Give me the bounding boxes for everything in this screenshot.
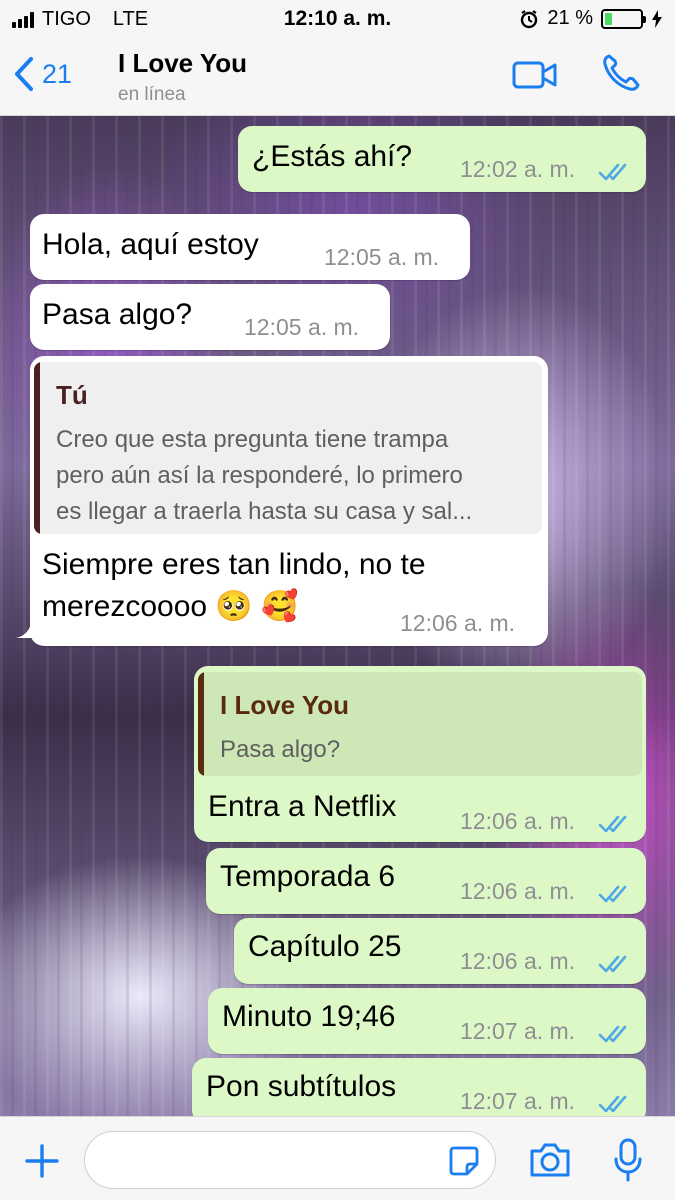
message-text: Minuto 19;46 xyxy=(222,1000,396,1033)
alarm-icon xyxy=(521,9,538,28)
read-ticks-icon xyxy=(598,1025,627,1043)
read-ticks-icon xyxy=(598,885,627,903)
quoted-message[interactable]: I Love You Pasa algo? xyxy=(198,672,642,776)
message-bubble-outgoing[interactable]: I Love You Pasa algo? Entra a Netflix 12… xyxy=(194,666,646,842)
message-bubble-outgoing[interactable]: Minuto 19;46 12:07 a. m. xyxy=(208,988,646,1054)
chat-header: 21 I Love You en línea xyxy=(0,38,675,116)
back-button[interactable]: 21 xyxy=(14,56,72,92)
message-bubble-outgoing[interactable]: ¿Estás ahí? 12:02 a. m. xyxy=(238,126,646,192)
read-ticks-icon xyxy=(598,955,627,973)
message-text: Pasa algo? xyxy=(42,298,193,331)
message-time: 12:05 a. m. xyxy=(244,314,360,340)
message-time: 12:07 a. m. xyxy=(460,1018,576,1044)
message-bubble-incoming[interactable]: Hola, aquí estoy 12:05 a. m. xyxy=(30,214,470,280)
quote-author: Tú xyxy=(56,380,88,410)
message-bubble-incoming[interactable]: Tú Creo que esta pregunta tiene trampa p… xyxy=(30,356,548,646)
unread-count: 21 xyxy=(42,58,73,89)
battery-icon xyxy=(601,8,646,29)
read-ticks-icon xyxy=(598,815,627,833)
quote-text: es llegar a traerla hasta su casa y sal.… xyxy=(56,498,473,525)
message-time: 12:06 a. m. xyxy=(460,948,576,974)
plus-icon[interactable] xyxy=(24,1143,60,1179)
quote-text: Creo que esta pregunta tiene trampa xyxy=(56,426,449,453)
status-right: 21 % xyxy=(519,7,663,30)
message-time: 12:07 a. m. xyxy=(460,1088,576,1114)
read-ticks-icon xyxy=(598,163,627,181)
charging-icon xyxy=(652,9,662,28)
voice-call-icon[interactable] xyxy=(600,52,642,94)
status-bar: TIGO LTE 12:10 a. m. 21 % xyxy=(0,0,675,38)
message-time: 12:06 a. m. xyxy=(460,808,576,834)
chevron-left-icon xyxy=(15,57,33,91)
message-text: Hola, aquí estoy xyxy=(42,228,259,261)
quote-text: Pasa algo? xyxy=(220,736,341,763)
message-time: 12:06 a. m. xyxy=(400,610,516,636)
message-bubble-outgoing[interactable]: Pon subtítulos 12:07 a. m. xyxy=(192,1058,646,1116)
battery-fill xyxy=(605,12,613,25)
quote-text: pero aún así la responderé, lo primero xyxy=(56,462,463,489)
quote-bar xyxy=(198,672,204,776)
message-time: 12:05 a. m. xyxy=(324,244,440,270)
quote-author: I Love You xyxy=(220,690,350,720)
video-call-icon[interactable] xyxy=(512,60,558,90)
message-time: 12:06 a. m. xyxy=(460,878,576,904)
message-bubble-outgoing[interactable]: Temporada 6 12:06 a. m. xyxy=(206,848,646,914)
contact-status: en línea xyxy=(118,84,186,105)
message-input-bar xyxy=(0,1116,675,1200)
message-text: Pon subtítulos xyxy=(206,1070,397,1103)
message-bubble-incoming[interactable]: Pasa algo? 12:05 a. m. xyxy=(30,284,390,350)
quoted-message[interactable]: Tú Creo que esta pregunta tiene trampa p… xyxy=(34,362,542,534)
message-bubble-outgoing[interactable]: Capítulo 25 12:06 a. m. xyxy=(234,918,646,984)
message-text: Entra a Netflix xyxy=(208,790,397,823)
message-text: Siempre eres tan lindo, no te xyxy=(42,548,426,581)
camera-icon[interactable] xyxy=(528,1141,572,1179)
message-text: ¿Estás ahí? xyxy=(252,140,413,173)
message-text: Capítulo 25 xyxy=(248,930,402,963)
read-ticks-icon xyxy=(598,1095,627,1113)
sticker-icon[interactable] xyxy=(448,1145,480,1177)
chat-area[interactable]: ¿Estás ahí? 12:02 a. m. Hola, aquí estoy… xyxy=(0,116,675,1116)
quote-bar xyxy=(34,362,40,534)
message-time: 12:02 a. m. xyxy=(460,156,576,182)
microphone-icon[interactable] xyxy=(612,1137,644,1183)
message-text: merezcoooo 🥺 🥰 xyxy=(42,590,299,623)
message-input[interactable] xyxy=(84,1131,496,1189)
contact-name[interactable]: I Love You xyxy=(118,48,247,79)
battery-percent: 21 % xyxy=(547,7,593,29)
message-text: Temporada 6 xyxy=(220,860,396,893)
bubble-tail xyxy=(16,616,38,638)
